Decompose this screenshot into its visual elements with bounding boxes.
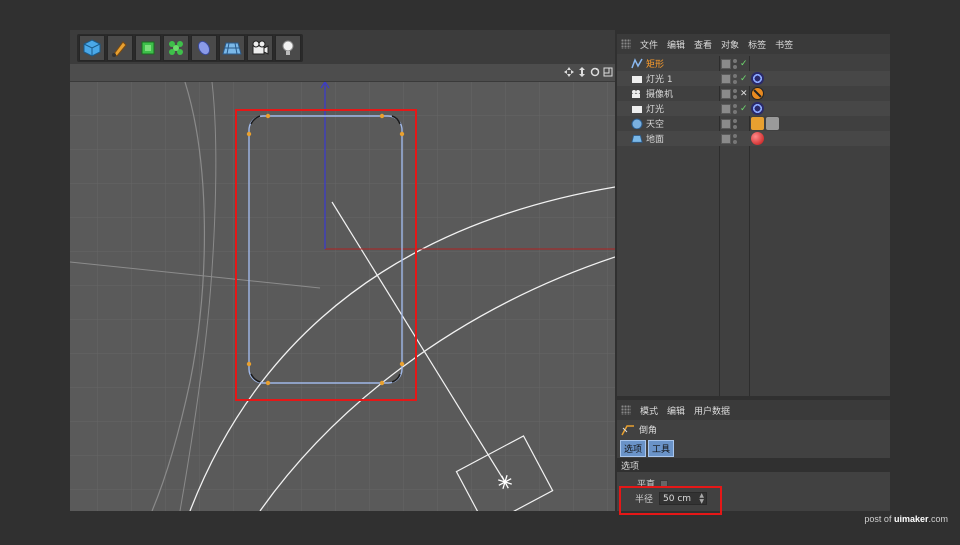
list-item[interactable]: 灯光 ✓ [617, 101, 890, 116]
cloner-icon[interactable] [163, 35, 189, 61]
layer-icon[interactable] [721, 118, 731, 129]
spline-icon [631, 58, 643, 69]
move-view-icon[interactable] [564, 66, 574, 78]
visibility-toggle[interactable] [733, 88, 738, 99]
attribute-tabs: 选项 工具 [620, 440, 675, 457]
main-toolbar [70, 30, 615, 64]
object-list: 矩形 ✓ 灯光 1 ✓ 摄像机 ✕ 灯光 ✓ 天空 地面 [617, 56, 890, 146]
layer-icon[interactable] [721, 133, 731, 144]
enabled-cross-icon[interactable]: ✕ [740, 89, 748, 99]
enabled-check-icon[interactable]: ✓ [740, 59, 748, 69]
tool-title-label: 倒角 [639, 426, 658, 436]
menu-tags[interactable]: 标签 [748, 38, 766, 51]
list-item[interactable]: 天空 [617, 116, 890, 131]
credit-prefix: post of [864, 514, 894, 524]
credit-suffix: .com [928, 514, 948, 524]
layer-icon[interactable] [721, 88, 731, 99]
viewport-nav [564, 66, 613, 78]
section-header: 选项 [617, 458, 890, 472]
floor-icon[interactable] [219, 35, 245, 61]
object-name: 天空 [646, 120, 665, 130]
tool-title: 倒角 [621, 423, 657, 436]
texture-tag-icon[interactable] [766, 117, 779, 130]
layer-icon[interactable] [721, 58, 731, 69]
toolbar-icon-group [77, 34, 303, 62]
tab-tool[interactable]: 工具 [648, 440, 675, 457]
maximize-icon[interactable] [603, 66, 613, 78]
target-tag-icon[interactable] [751, 72, 764, 85]
menu-mode[interactable]: 模式 [640, 404, 658, 417]
visibility-toggle[interactable] [733, 118, 738, 129]
grip-icon[interactable] [621, 39, 631, 49]
visibility-toggle[interactable] [733, 58, 738, 69]
radius-highlight [619, 486, 722, 515]
object-manager: 文件 编辑 查看 对象 标签 书签 矩形 ✓ 灯光 1 ✓ 摄像机 ✕ 灯光 ✓… [617, 34, 890, 396]
credit-site: uimaker [893, 514, 929, 524]
light-icon[interactable] [275, 35, 301, 61]
visibility-toggle[interactable] [733, 133, 738, 144]
rotate-view-icon[interactable] [590, 66, 600, 78]
object-name: 摄像机 [646, 90, 674, 100]
camera-icon [631, 88, 643, 99]
sky-icon [631, 118, 643, 129]
menu-file[interactable]: 文件 [640, 38, 658, 51]
enabled-check-icon[interactable]: ✓ [740, 104, 748, 114]
object-name: 地面 [646, 135, 665, 145]
visibility-toggle[interactable] [733, 73, 738, 84]
layer-icon[interactable] [721, 73, 731, 84]
tab-options[interactable]: 选项 [620, 440, 647, 457]
object-name: 矩形 [646, 60, 665, 70]
protection-tag-icon[interactable] [751, 87, 764, 100]
hdr-tag-icon[interactable] [751, 117, 764, 130]
app-window: 文件 编辑 查看 对象 标签 书签 矩形 ✓ 灯光 1 ✓ 摄像机 ✕ 灯光 ✓… [0, 0, 960, 545]
camera-icon[interactable] [247, 35, 273, 61]
viewport-canvas[interactable] [70, 82, 615, 511]
menu-objects[interactable]: 对象 [721, 38, 739, 51]
object-name: 灯光 1 [646, 75, 673, 85]
viewport-header [70, 64, 615, 82]
bevel-tool-icon [621, 424, 634, 435]
deformer-icon[interactable] [191, 35, 217, 61]
menu-user-data[interactable]: 用户数据 [694, 404, 730, 417]
menu-edit[interactable]: 编辑 [667, 404, 685, 417]
list-item[interactable]: 地面 [617, 131, 890, 146]
menu-view[interactable]: 查看 [694, 38, 712, 51]
material-tag-icon[interactable] [751, 132, 764, 145]
menu-edit[interactable]: 编辑 [667, 38, 685, 51]
cube-icon[interactable] [79, 35, 105, 61]
layer-icon[interactable] [721, 103, 731, 114]
light-icon [631, 73, 643, 84]
menu-bookmarks[interactable]: 书签 [775, 38, 793, 51]
subdivision-icon[interactable] [135, 35, 161, 61]
object-manager-menu: 文件 编辑 查看 对象 标签 书签 [617, 34, 890, 54]
viewport-panel[interactable] [70, 64, 615, 511]
target-tag-icon[interactable] [751, 102, 764, 115]
zoom-view-icon[interactable] [577, 66, 587, 78]
floor-icon [631, 133, 643, 144]
list-item[interactable]: 摄像机 ✕ [617, 86, 890, 101]
list-item[interactable]: 灯光 1 ✓ [617, 71, 890, 86]
visibility-toggle[interactable] [733, 103, 738, 114]
light-icon [631, 103, 643, 114]
pen-icon[interactable] [107, 35, 133, 61]
object-name: 灯光 [646, 105, 665, 115]
watermark-credit: post of uimaker.com [864, 514, 948, 524]
enabled-check-icon[interactable]: ✓ [740, 74, 748, 84]
grip-icon[interactable] [621, 405, 631, 415]
attribute-manager-menu: 模式 编辑 用户数据 [617, 400, 890, 420]
list-item[interactable]: 矩形 ✓ [617, 56, 890, 71]
